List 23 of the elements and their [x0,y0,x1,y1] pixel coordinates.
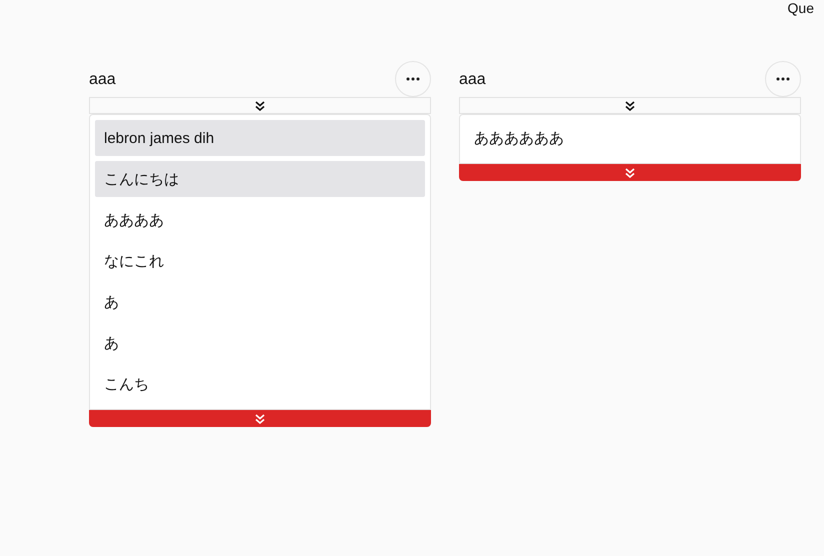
list-item[interactable]: こんち [95,366,425,402]
header-text: Que [788,0,814,16]
double-chevron-icon [255,414,265,424]
list-item[interactable]: こんにちは [95,161,425,197]
more-button[interactable] [765,61,801,97]
list-item[interactable]: あ [95,325,425,361]
double-chevron-icon [255,100,265,110]
expand-button[interactable] [459,164,801,181]
list-item[interactable]: ああああああ [465,120,795,156]
list-item[interactable]: ああああ [95,202,425,238]
expand-button[interactable] [89,410,431,427]
collapse-button[interactable] [89,97,431,114]
collapse-button[interactable] [459,97,801,114]
ellipsis-icon [406,77,420,81]
double-chevron-icon [625,168,635,178]
double-chevron-icon [625,100,635,110]
column-title: aaa [89,70,116,89]
ellipsis-icon [776,77,790,81]
more-button[interactable] [395,61,431,97]
list-item[interactable]: lebron james dih [95,120,425,156]
list-item[interactable]: なにこれ [95,243,425,279]
column-title: aaa [459,70,486,89]
list-item[interactable]: あ [95,284,425,320]
